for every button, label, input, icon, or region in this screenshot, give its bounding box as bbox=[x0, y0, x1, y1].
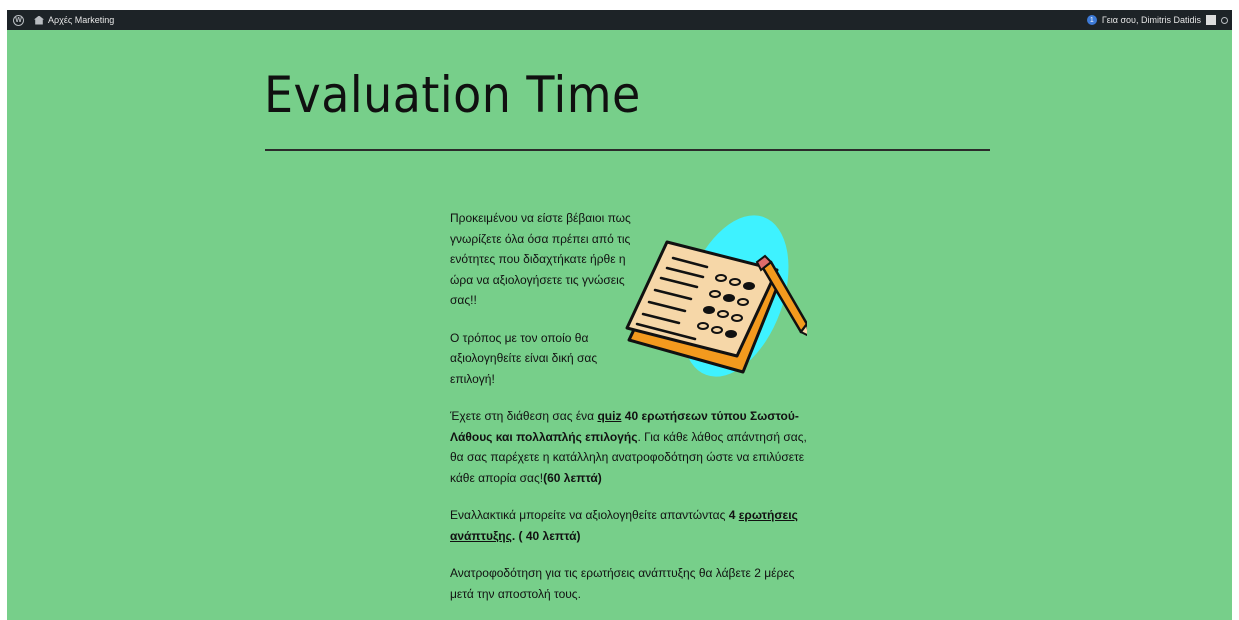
user-greeting[interactable]: Γεια σου, Dimitris Datidis bbox=[1102, 15, 1201, 25]
title-divider bbox=[265, 149, 990, 151]
search-icon[interactable] bbox=[1221, 16, 1228, 24]
page-frame: W Αρχές Marketing 1 Γεια σου, Dimitris D… bbox=[7, 10, 1232, 620]
admin-bar: W Αρχές Marketing 1 Γεια σου, Dimitris D… bbox=[7, 10, 1232, 30]
quiz-link[interactable]: quiz bbox=[597, 409, 621, 423]
quiz-text-pre: Έχετε στη διάθεση σας ένα bbox=[450, 409, 598, 423]
alternative-paragraph: Εναλλακτικά μπορείτε να αξιολογηθείτε απ… bbox=[450, 505, 810, 546]
page-title: Evaluation Time bbox=[264, 66, 641, 124]
avatar[interactable] bbox=[1206, 15, 1216, 25]
alt-text-bold: 4 bbox=[728, 508, 739, 522]
quiz-duration: (60 λεπτά) bbox=[543, 470, 602, 485]
wordpress-logo-icon[interactable]: W bbox=[13, 14, 24, 26]
site-name-link[interactable]: Αρχές Marketing bbox=[34, 15, 114, 25]
intro-paragraph-1: Προκειμένου να είστε βέβαιοι πως γνωρίζε… bbox=[450, 211, 631, 307]
alt-duration: . ( 40 λεπτά) bbox=[511, 528, 581, 543]
site-name-label: Αρχές Marketing bbox=[48, 15, 115, 25]
notification-badge[interactable]: 1 bbox=[1086, 15, 1097, 25]
intro-paragraph-2: Ο τρόπος με τον οποίο θα αξιολογηθείτε ε… bbox=[450, 330, 598, 386]
quiz-paragraph: Έχετε στη διάθεση σας ένα quiz 40 ερωτήσ… bbox=[450, 406, 810, 488]
home-icon bbox=[34, 15, 44, 25]
quiz-papers-illustration bbox=[625, 215, 807, 377]
alt-text-pre: Εναλλακτικά μπορείτε να αξιολογηθείτε απ… bbox=[450, 508, 729, 522]
feedback-paragraph: Ανατροφοδότηση για τις ερωτήσεις ανάπτυξ… bbox=[450, 566, 795, 601]
